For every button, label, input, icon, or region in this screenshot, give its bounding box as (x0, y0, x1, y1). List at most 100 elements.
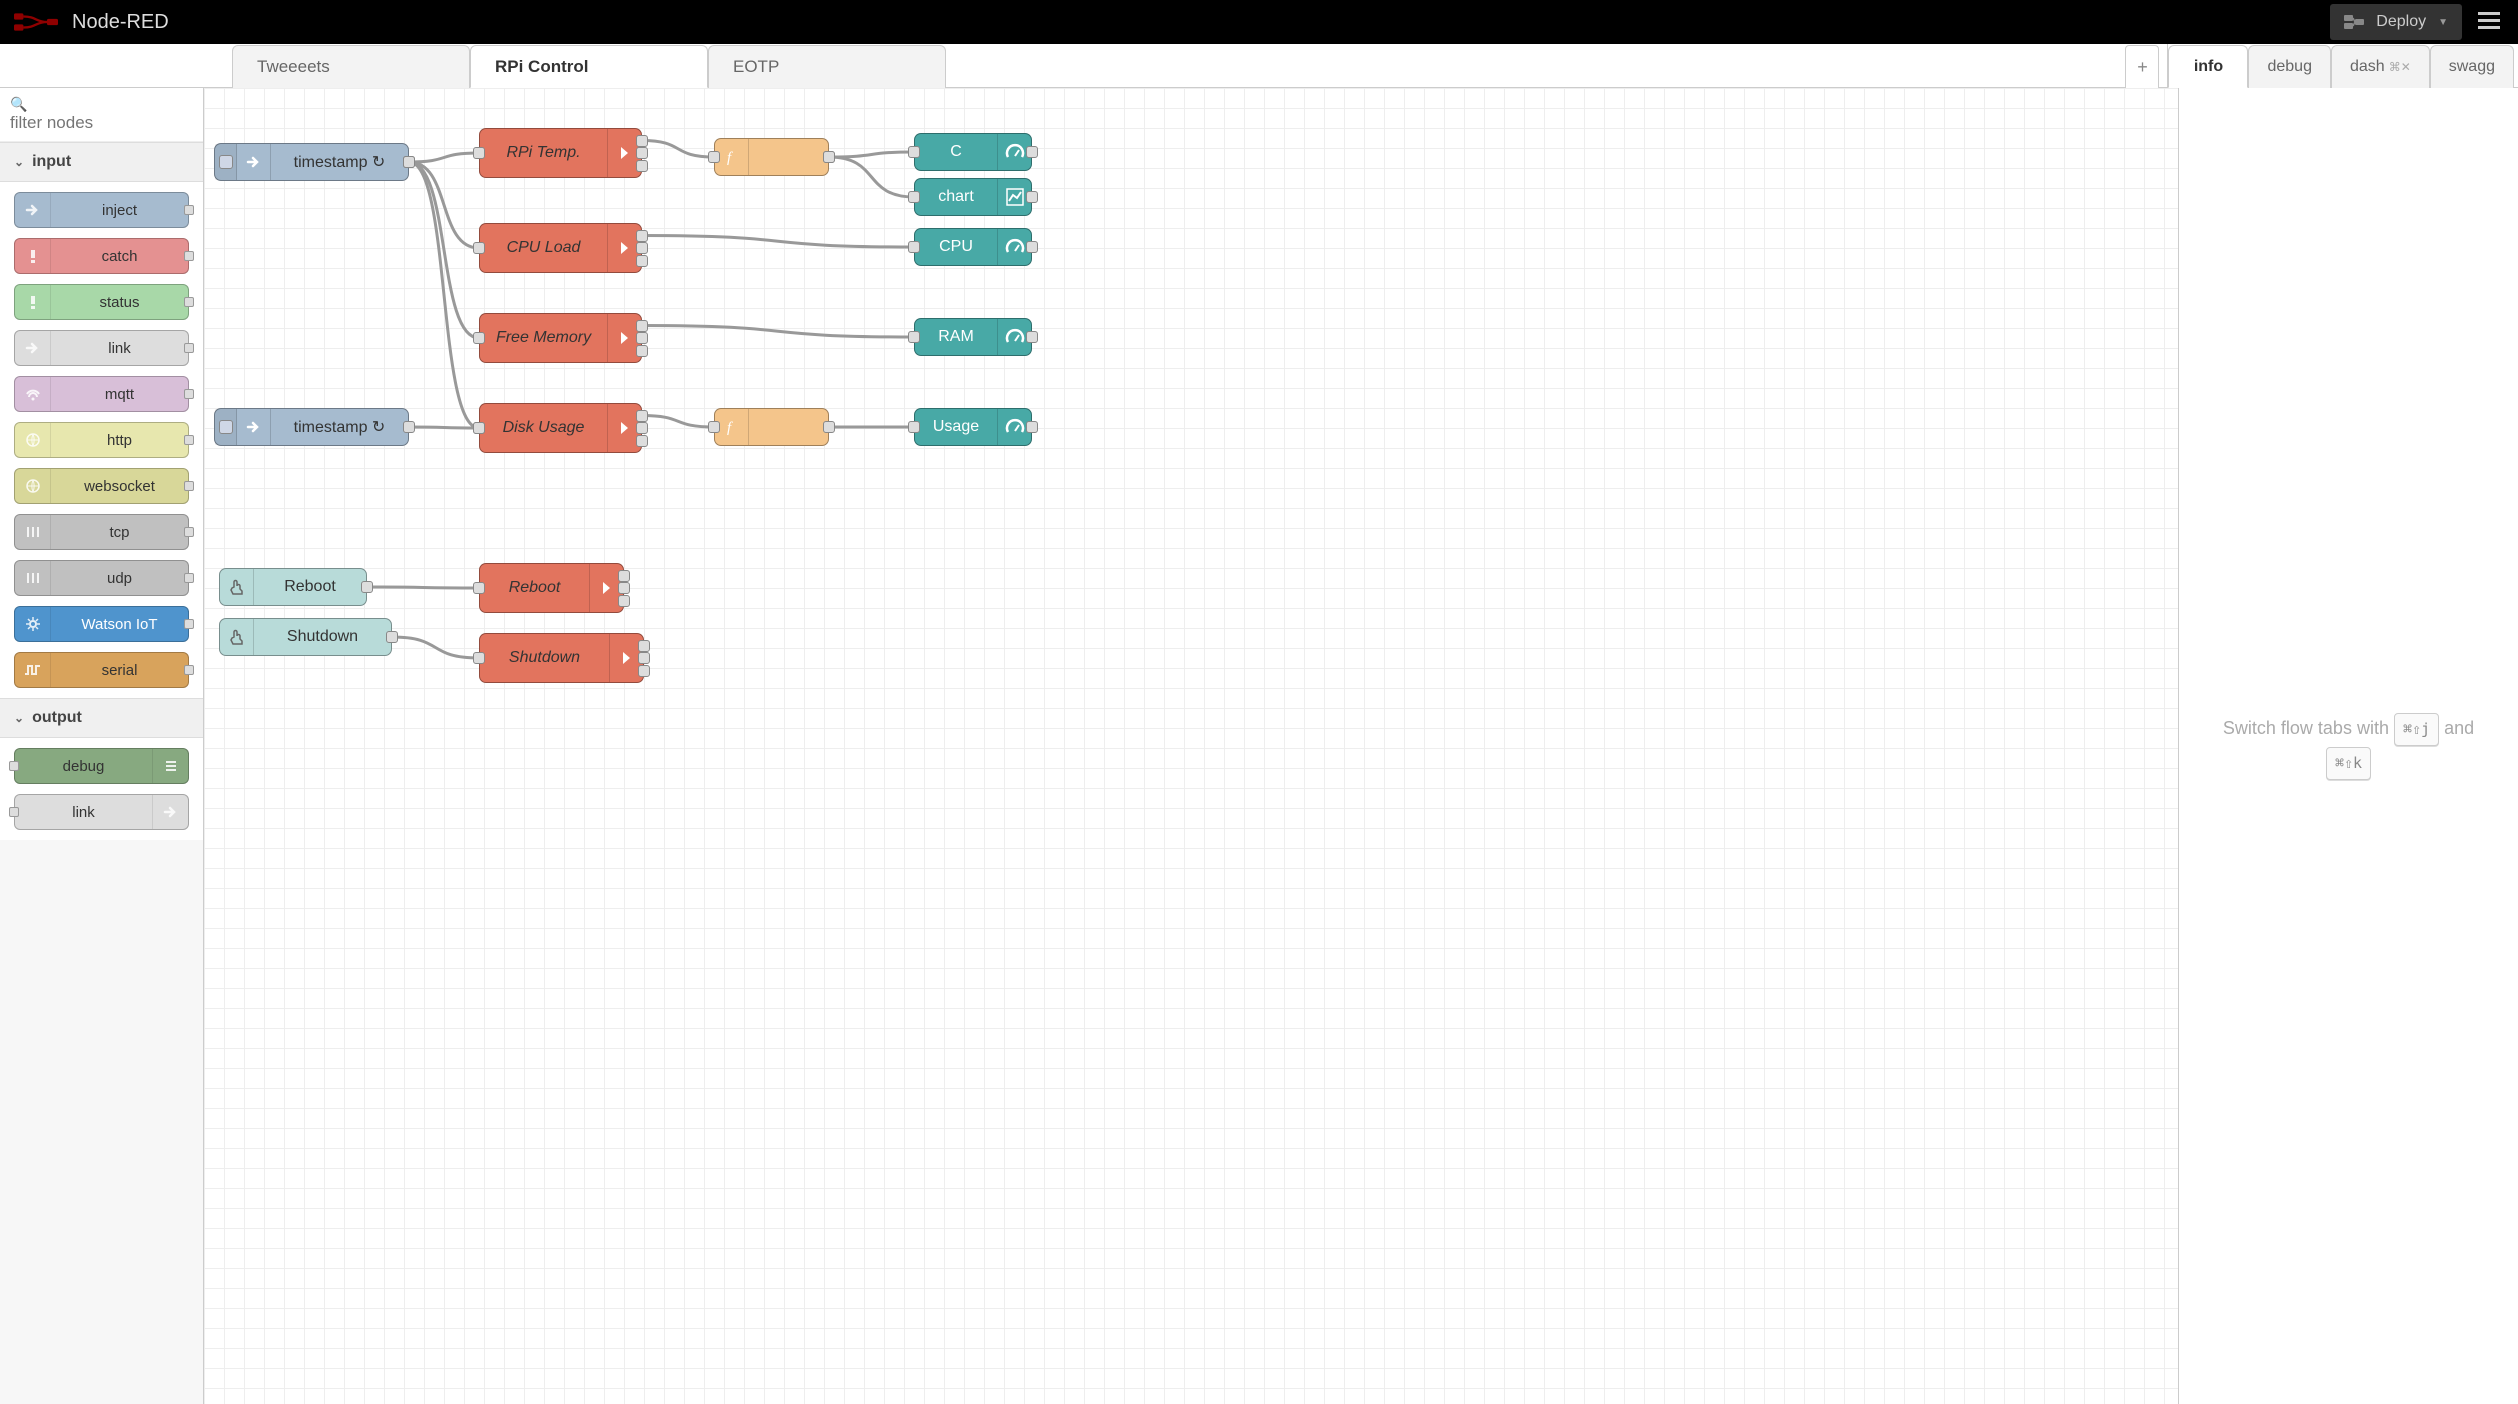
node-port[interactable] (638, 640, 650, 652)
node-port[interactable] (618, 595, 630, 607)
node-port[interactable] (184, 573, 194, 583)
node-port[interactable] (184, 619, 194, 629)
node-port[interactable] (386, 631, 398, 643)
node-port[interactable] (636, 410, 648, 422)
node-port[interactable] (636, 135, 648, 147)
sidebar-tab-swagg[interactable]: swagg (2430, 45, 2514, 88)
palette-node-watson-iot[interactable]: Watson IoT (14, 606, 189, 642)
node-port[interactable] (636, 255, 648, 267)
palette-node-serial[interactable]: serial (14, 652, 189, 688)
flow-node-shutdownbtn[interactable]: Shutdown (219, 618, 392, 656)
wire[interactable] (392, 637, 479, 658)
flow-node-shutdownexec[interactable]: Shutdown (479, 633, 644, 683)
node-port[interactable] (184, 665, 194, 675)
node-port[interactable] (823, 421, 835, 433)
node-port[interactable] (473, 652, 485, 664)
node-port[interactable] (908, 421, 920, 433)
palette-node-mqtt[interactable]: mqtt (14, 376, 189, 412)
flow-node-gUsage[interactable]: Usage (914, 408, 1032, 446)
node-port[interactable] (908, 241, 920, 253)
palette-node-debug[interactable]: debug (14, 748, 189, 784)
flow-node-temp[interactable]: RPi Temp. (479, 128, 642, 178)
node-port[interactable] (708, 421, 720, 433)
node-port[interactable] (636, 230, 648, 242)
sidebar-tab-dash[interactable]: dash⌘✕ (2331, 45, 2430, 88)
add-flow-tab-button[interactable]: + (2125, 45, 2159, 88)
node-port[interactable] (636, 242, 648, 254)
node-port[interactable] (9, 761, 19, 771)
palette-node-link[interactable]: link (14, 330, 189, 366)
node-port[interactable] (618, 582, 630, 594)
node-port[interactable] (473, 242, 485, 254)
flow-node-ts1[interactable]: timestamp ↻ (214, 143, 409, 181)
flow-node-disk[interactable]: Disk Usage (479, 403, 642, 453)
wire[interactable] (829, 157, 914, 197)
flow-node-mem[interactable]: Free Memory (479, 313, 642, 363)
node-port[interactable] (636, 320, 648, 332)
node-port[interactable] (1026, 241, 1038, 253)
node-port[interactable] (184, 343, 194, 353)
inject-button[interactable] (215, 144, 237, 180)
node-port[interactable] (1026, 191, 1038, 203)
node-port[interactable] (1026, 421, 1038, 433)
palette-node-http[interactable]: http (14, 422, 189, 458)
node-port[interactable] (473, 332, 485, 344)
node-port[interactable] (1026, 331, 1038, 343)
flow-tab-tweeeets[interactable]: Tweeeets (232, 45, 470, 88)
node-port[interactable] (184, 481, 194, 491)
palette-node-udp[interactable]: udp (14, 560, 189, 596)
node-port[interactable] (184, 297, 194, 307)
node-port[interactable] (403, 421, 415, 433)
node-port[interactable] (184, 435, 194, 445)
node-port[interactable] (636, 147, 648, 159)
palette-node-catch[interactable]: catch (14, 238, 189, 274)
node-port[interactable] (823, 151, 835, 163)
node-port[interactable] (473, 582, 485, 594)
close-icon[interactable]: ⌘✕ (2389, 60, 2411, 74)
node-port[interactable] (618, 570, 630, 582)
node-port[interactable] (636, 160, 648, 172)
palette-filter-input[interactable] (10, 113, 193, 133)
palette-node-link[interactable]: link (14, 794, 189, 830)
node-port[interactable] (636, 345, 648, 357)
palette-node-status[interactable]: status (14, 284, 189, 320)
node-port[interactable] (9, 807, 19, 817)
flow-node-rebootexec[interactable]: Reboot (479, 563, 624, 613)
node-port[interactable] (184, 251, 194, 261)
node-port[interactable] (473, 147, 485, 159)
deploy-button[interactable]: Deploy ▼ (2330, 4, 2462, 40)
flow-node-f2[interactable]: f (714, 408, 829, 446)
sidebar-tab-info[interactable]: info (2168, 45, 2248, 88)
flow-node-f1[interactable]: f (714, 138, 829, 176)
node-port[interactable] (473, 422, 485, 434)
node-port[interactable] (638, 665, 650, 677)
flow-node-gRAM[interactable]: RAM (914, 318, 1032, 356)
node-port[interactable] (636, 435, 648, 447)
inject-button[interactable] (215, 409, 237, 445)
node-port[interactable] (908, 191, 920, 203)
wire[interactable] (829, 152, 914, 157)
flow-node-gC[interactable]: C (914, 133, 1032, 171)
wire[interactable] (409, 162, 479, 248)
flow-tab-eotp[interactable]: EOTP (708, 45, 946, 88)
node-port[interactable] (636, 332, 648, 344)
palette-category-output[interactable]: ⌄ output (0, 698, 203, 738)
wire[interactable] (367, 587, 479, 588)
node-port[interactable] (184, 389, 194, 399)
palette-category-input[interactable]: ⌄ input (0, 142, 203, 182)
wire[interactable] (409, 427, 479, 428)
palette-node-inject[interactable]: inject (14, 192, 189, 228)
node-port[interactable] (636, 422, 648, 434)
palette-node-tcp[interactable]: tcp (14, 514, 189, 550)
node-port[interactable] (908, 146, 920, 158)
node-port[interactable] (708, 151, 720, 163)
wire[interactable] (409, 162, 479, 338)
hamburger-menu-button[interactable] (2472, 6, 2506, 39)
flow-tab-rpi-control[interactable]: RPi Control (470, 45, 708, 88)
wire[interactable] (642, 416, 714, 428)
flow-node-gCPU[interactable]: CPU (914, 228, 1032, 266)
node-port[interactable] (908, 331, 920, 343)
flow-node-gChart[interactable]: chart (914, 178, 1032, 216)
sidebar-tab-debug[interactable]: debug (2248, 45, 2331, 88)
flow-canvas[interactable]: timestamp ↻timestamp ↻RPi Temp.CPU LoadF… (204, 88, 2178, 1404)
